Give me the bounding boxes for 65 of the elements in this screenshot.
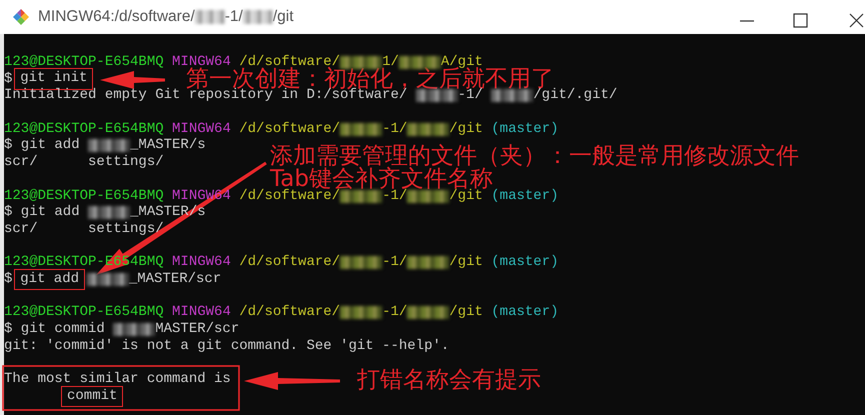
prompt-system: MINGW64	[172, 254, 231, 271]
annotation-text: 添加需要管理的文件（夹）：一般是常用修改源文件	[270, 145, 799, 168]
prompt-user: 123@DESKTOP-E654BMQ	[4, 188, 164, 204]
prompt-path: /d/software/	[239, 120, 340, 138]
prompt-path: -1/	[382, 120, 408, 138]
branch-label: (master)	[491, 304, 558, 321]
redaction-mark	[194, 10, 225, 24]
terminal-text: $	[4, 70, 12, 88]
redaction-mark	[113, 323, 156, 336]
terminal-text: $ git add	[4, 204, 80, 221]
prompt-path: -1/	[382, 188, 408, 204]
branch-label: (master)	[491, 254, 558, 271]
terminal-text: -1/	[458, 87, 483, 104]
terminal-text: Initialized empty Git repository in D:/software/	[4, 87, 408, 104]
redaction-mark	[86, 272, 129, 286]
prompt-path: /git	[449, 254, 483, 271]
redaction-mark	[407, 256, 450, 270]
terminal-text: scr/ settings/	[4, 154, 164, 171]
terminal-text: $ git add	[4, 137, 80, 154]
redaction-mark	[88, 206, 130, 220]
redaction-mark	[340, 190, 382, 202]
prompt-system: MINGW64	[172, 120, 231, 138]
prompt-system: MINGW64	[172, 304, 231, 321]
redaction-mark	[407, 190, 450, 202]
terminal-text: commit	[61, 386, 124, 407]
branch-label: (master)	[491, 188, 558, 204]
window-title: -1/	[224, 7, 243, 28]
redaction-mark	[88, 139, 130, 152]
redaction-mark	[340, 122, 382, 136]
arrow	[100, 71, 165, 89]
terminal-text: git: 'commid' is not a git command. See 'git --help'.	[4, 338, 450, 354]
app-icon	[12, 8, 30, 26]
terminal-text: $ git commid	[4, 321, 105, 338]
close-icon[interactable]	[847, 12, 865, 30]
terminal-text: _MASTER/scr	[128, 270, 222, 288]
terminal-text: MASTER/scr	[155, 321, 240, 338]
redaction-mark	[340, 306, 382, 320]
redaction-mark	[416, 89, 458, 102]
prompt-path: /git	[449, 120, 483, 138]
prompt-user: 123@DESKTOP-E654BMQ	[4, 54, 164, 70]
prompt-path: /d/software/	[239, 254, 340, 271]
terminal-text: _MASTER/s	[130, 137, 206, 154]
terminal-text: scr/ settings/	[4, 220, 164, 238]
terminal-text: /git/.git/	[533, 87, 618, 104]
redaction-mark	[491, 89, 534, 102]
prompt-user: 123@DESKTOP-E654BMQ	[4, 120, 164, 138]
prompt-path: /git	[449, 188, 483, 204]
maximize-icon[interactable]	[791, 12, 809, 30]
prompt-path: /d/software/	[239, 188, 340, 204]
window-title: MINGW64:/d/software/	[38, 7, 195, 28]
branch-label: (master)	[491, 120, 558, 138]
redaction-mark	[407, 306, 450, 320]
window-title: /git	[272, 7, 294, 28]
redaction-mark	[340, 256, 382, 270]
redaction-mark	[407, 122, 450, 136]
redaction-mark	[242, 10, 273, 24]
prompt-path: -1/	[382, 304, 408, 321]
terminal-text: The most similar command is	[4, 371, 231, 388]
terminal-text: git add	[14, 268, 86, 290]
prompt-path: /git	[449, 304, 483, 321]
terminal-text: $	[4, 270, 12, 288]
prompt-user: 123@DESKTOP-E654BMQ	[4, 304, 164, 321]
prompt-path: /d/software/	[239, 304, 340, 321]
prompt-path: -1/	[382, 254, 408, 271]
annotation-text: 打错名称会有提示	[357, 369, 541, 392]
